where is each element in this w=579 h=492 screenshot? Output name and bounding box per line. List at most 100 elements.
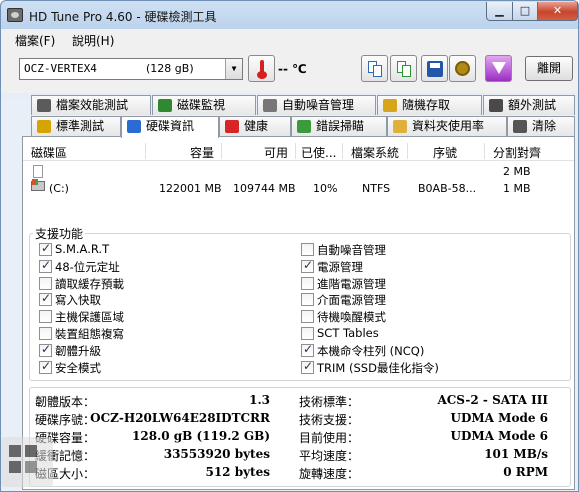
tab-folder[interactable]: 資料夾使用率 <box>387 116 507 136</box>
features-group <box>29 233 571 381</box>
menu-file[interactable]: 檔案(F) <box>15 32 55 49</box>
close-button[interactable]: ✕ <box>537 2 578 21</box>
detail-label: 平均速度： <box>299 449 360 463</box>
feature-label: 安全模式 <box>55 360 101 375</box>
feature-checkbox[interactable] <box>301 276 314 290</box>
extra-tests-icon <box>489 99 503 112</box>
tab-file-benchmark[interactable]: 檔案效能測試 <box>31 95 151 115</box>
col-capacity[interactable]: 容量 <box>190 144 214 161</box>
title-bar[interactable]: HD Tune Pro 4.60 - 硬碟檢測工具 ▁ □ ✕ <box>1 1 578 29</box>
feature-checkbox[interactable] <box>39 359 52 374</box>
col-serial[interactable]: 序號 <box>433 144 457 161</box>
error-scan-icon <box>297 120 311 133</box>
info-icon <box>127 120 141 133</box>
detail-label: 目前使用： <box>299 431 360 445</box>
tab-extra-tests[interactable]: 額外測試 <box>483 95 575 115</box>
feature-label: 電源管理 <box>317 259 363 274</box>
feature-checkbox[interactable] <box>39 342 52 357</box>
feature-checkbox[interactable] <box>39 310 52 324</box>
exit-button[interactable]: 離開 <box>525 56 573 81</box>
chevron-down-icon[interactable]: ▼ <box>225 59 242 79</box>
col-alignment[interactable]: 分割對齊 <box>493 144 541 161</box>
feature-checkbox[interactable] <box>301 243 314 256</box>
partition-table-header: 磁碟區 容量 可用 已使... 檔案系統 序號 分割對齊 <box>23 141 574 161</box>
random-access-icon <box>383 99 397 112</box>
feature-checkbox[interactable] <box>39 258 52 273</box>
detail-label: 技術支援： <box>299 413 360 427</box>
detail-label: 技術標準： <box>299 395 360 409</box>
erase-trash-icon <box>513 120 527 133</box>
tab-label: 磁碟監視 <box>177 98 226 112</box>
download-button[interactable] <box>485 55 512 82</box>
row2-serial: B0AB-58... <box>418 182 477 195</box>
options-button[interactable] <box>449 55 476 82</box>
feature-checkbox[interactable] <box>39 241 52 256</box>
col-used[interactable]: 已使... <box>301 144 336 161</box>
feature-checkbox[interactable] <box>301 327 314 340</box>
copy-all-button[interactable] <box>390 55 417 82</box>
thermometer-bulb <box>257 71 267 79</box>
tab-label: 清除 <box>532 119 557 133</box>
drive-info-panel: 磁碟區 容量 可用 已使... 檔案系統 序號 分割對齊 2 MB (C:) 1… <box>22 136 575 490</box>
copy-info-button[interactable] <box>361 55 388 82</box>
drive-icon <box>31 165 45 193</box>
detail-value: 1.3 <box>249 393 270 407</box>
feature-checkbox[interactable] <box>301 359 314 374</box>
drive-select-dropdown[interactable]: OCZ-VERTEX4 (128 gB) ▼ <box>19 58 243 80</box>
col-filesystem[interactable]: 檔案系統 <box>351 144 399 161</box>
health-cross-icon <box>225 120 239 133</box>
tab-label: 硬碟資訊 <box>146 119 195 133</box>
tab-label: 自動噪音管理 <box>282 98 355 112</box>
row2-used: 10% <box>313 182 338 195</box>
tab-speaker[interactable]: 自動噪音管理 <box>257 95 376 115</box>
row2-capacity: 122001 MB <box>159 182 222 195</box>
tab-label: 資料夾使用率 <box>412 119 485 133</box>
col-volume[interactable]: 磁碟區 <box>31 144 67 161</box>
feature-label: 讀取緩存預載 <box>55 276 124 291</box>
window-title: HD Tune Pro 4.60 - 硬碟檢測工具 <box>29 10 217 24</box>
feature-checkbox[interactable] <box>39 291 52 307</box>
tab-label: 錯誤掃瞄 <box>316 119 365 133</box>
detail-label: 硬碟序號： <box>35 413 96 427</box>
tab-benchmark[interactable]: 標準測試 <box>31 116 121 136</box>
feature-label: 寫入快取 <box>55 293 101 308</box>
minimize-button[interactable]: ▁ <box>486 2 513 21</box>
menu-bar: 檔案(F) 說明(H) <box>1 29 578 49</box>
feature-label: S.M.A.R.T <box>55 242 110 256</box>
tab-disk-monitor[interactable]: 磁碟監視 <box>152 95 256 115</box>
menu-help[interactable]: 說明(H) <box>72 32 114 49</box>
down-arrow-icon <box>492 62 506 74</box>
feature-label: 介面電源管理 <box>317 293 386 308</box>
feature-checkbox[interactable] <box>301 310 314 324</box>
tab-label: 額外測試 <box>508 98 557 112</box>
feature-checkbox[interactable] <box>301 293 314 307</box>
detail-value: 33553920 bytes <box>163 447 270 461</box>
benchmark-icon <box>37 120 51 133</box>
detail-value: 101 MB/s <box>484 447 548 461</box>
row2-filesystem: NTFS <box>362 182 391 195</box>
tab-error-scan[interactable]: 錯誤掃瞄 <box>291 116 387 136</box>
feature-checkbox[interactable] <box>39 327 52 340</box>
feature-checkbox[interactable] <box>39 276 52 290</box>
feature-label: 自動噪音管理 <box>317 243 386 257</box>
detail-value: 512 bytes <box>205 465 270 479</box>
copy-all-icon-back <box>402 65 411 77</box>
feature-checkbox[interactable] <box>301 342 314 357</box>
features-title: 支援功能 <box>33 225 86 242</box>
feature-label: TRIM (SSD最佳化指令) <box>317 360 439 375</box>
tab-random-access[interactable]: 隨機存取 <box>377 95 482 115</box>
drive-size-text: (128 gB) <box>146 62 194 75</box>
tab-info[interactable]: 硬碟資訊 <box>121 116 219 138</box>
col-free[interactable]: 可用 <box>264 144 288 161</box>
copy-icon-back <box>373 65 382 77</box>
temperature-button[interactable] <box>248 55 275 82</box>
tab-health-cross[interactable]: 健康 <box>219 116 291 136</box>
save-screenshot-button[interactable] <box>421 55 448 82</box>
maximize-button[interactable]: □ <box>512 2 538 21</box>
detail-value: ACS-2 - SATA III <box>437 393 548 407</box>
app-window: HD Tune Pro 4.60 - 硬碟檢測工具 ▁ □ ✕ 檔案(F) 說明… <box>0 0 579 492</box>
tab-erase-trash[interactable]: 清除 <box>507 116 575 136</box>
feature-label: 韌體升級 <box>55 343 101 358</box>
feature-checkbox[interactable] <box>301 258 314 273</box>
detail-value: OCZ-H20LW64E28IDTCRR <box>90 411 270 425</box>
